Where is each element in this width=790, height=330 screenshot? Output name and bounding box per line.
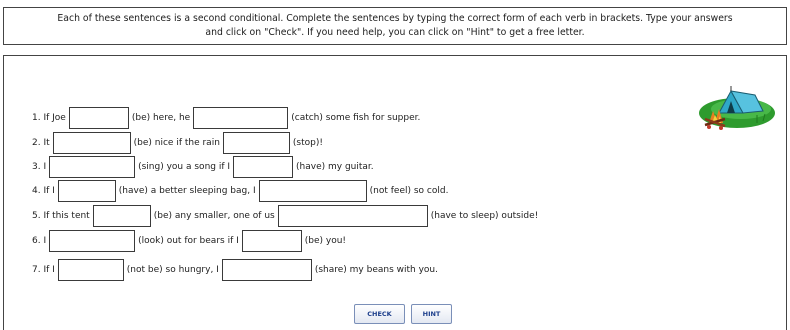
sentence-row-3: 3. I (sing) you a song if I (have) my gu… <box>32 155 374 179</box>
sentence-row-7: 7. If I (not be) so hungry, I (share) my… <box>32 258 438 282</box>
sentence-2-prefix: 2. It <box>32 138 50 148</box>
campsite-tent-fire-icon <box>699 86 775 130</box>
check-button[interactable]: CHECK <box>354 304 405 324</box>
sentence-7-answer-1[interactable] <box>57 259 124 281</box>
sentence-7-suffix: (share) my beans with you. <box>314 265 438 275</box>
sentence-5-middle: (be) any smaller, one of us <box>153 211 275 221</box>
sentence-6-suffix: (be) you! <box>304 236 347 246</box>
sentence-3-suffix: (have) my guitar. <box>296 162 374 172</box>
sentence-6-middle: (look) out for bears if I <box>138 236 239 246</box>
sentence-row-1: 1. If Joe (be) here, he (catch) some fis… <box>32 106 420 130</box>
sentence-1-prefix: 1. If Joe <box>32 113 66 123</box>
sentence-5-answer-2[interactable] <box>277 205 428 227</box>
sentence-3-answer-1[interactable] <box>49 156 136 178</box>
sentence-row-4: 4. If I (have) a better sleeping bag, I … <box>32 179 448 203</box>
instructions-line-2: and click on "Check". If you need help, … <box>205 27 585 38</box>
instructions-line-1: Each of these sentences is a second cond… <box>57 13 733 24</box>
sentence-4-prefix: 4. If I <box>32 186 55 196</box>
sentence-3-prefix: 3. I <box>32 162 47 172</box>
sentence-4-suffix: (not feel) so cold. <box>369 186 449 196</box>
sentence-row-6: 6. I (look) out for bears if I (be) you! <box>32 229 346 253</box>
sentence-5-prefix: 5. If this tent <box>32 211 90 221</box>
hint-button[interactable]: HINT <box>411 304 452 324</box>
sentence-2-suffix: (stop)! <box>292 138 323 148</box>
sentence-1-answer-2[interactable] <box>193 107 289 129</box>
sentence-5-suffix: (have to sleep) outside! <box>430 211 539 221</box>
sentence-6-prefix: 6. I <box>32 236 47 246</box>
sentence-row-2: 2. It (be) nice if the rain (stop)! <box>32 131 323 155</box>
sentence-5-answer-1[interactable] <box>92 205 151 227</box>
instructions-panel: Each of these sentences is a second cond… <box>3 7 787 45</box>
sentence-4-middle: (have) a better sleeping bag, I <box>118 186 256 196</box>
sentence-6-answer-2[interactable] <box>241 230 302 252</box>
sentence-7-middle: (not be) so hungry, I <box>126 265 219 275</box>
sentence-3-answer-2[interactable] <box>233 156 294 178</box>
sentence-3-middle: (sing) you a song if I <box>138 162 231 172</box>
sentence-1-middle: (be) here, he <box>131 113 191 123</box>
sentence-6-answer-1[interactable] <box>49 230 136 252</box>
sentence-1-suffix: (catch) some fish for supper. <box>291 113 421 123</box>
sentence-4-answer-1[interactable] <box>57 180 116 202</box>
sentence-2-middle: (be) nice if the rain <box>133 138 220 148</box>
sentence-4-answer-2[interactable] <box>258 180 367 202</box>
sentence-7-prefix: 7. If I <box>32 265 55 275</box>
sentence-row-5: 5. If this tent (be) any smaller, one of… <box>32 204 538 228</box>
sentence-7-answer-2[interactable] <box>221 259 312 281</box>
sentence-2-answer-1[interactable] <box>52 132 131 154</box>
sentence-2-answer-2[interactable] <box>222 132 290 154</box>
sentence-1-answer-1[interactable] <box>68 107 129 129</box>
